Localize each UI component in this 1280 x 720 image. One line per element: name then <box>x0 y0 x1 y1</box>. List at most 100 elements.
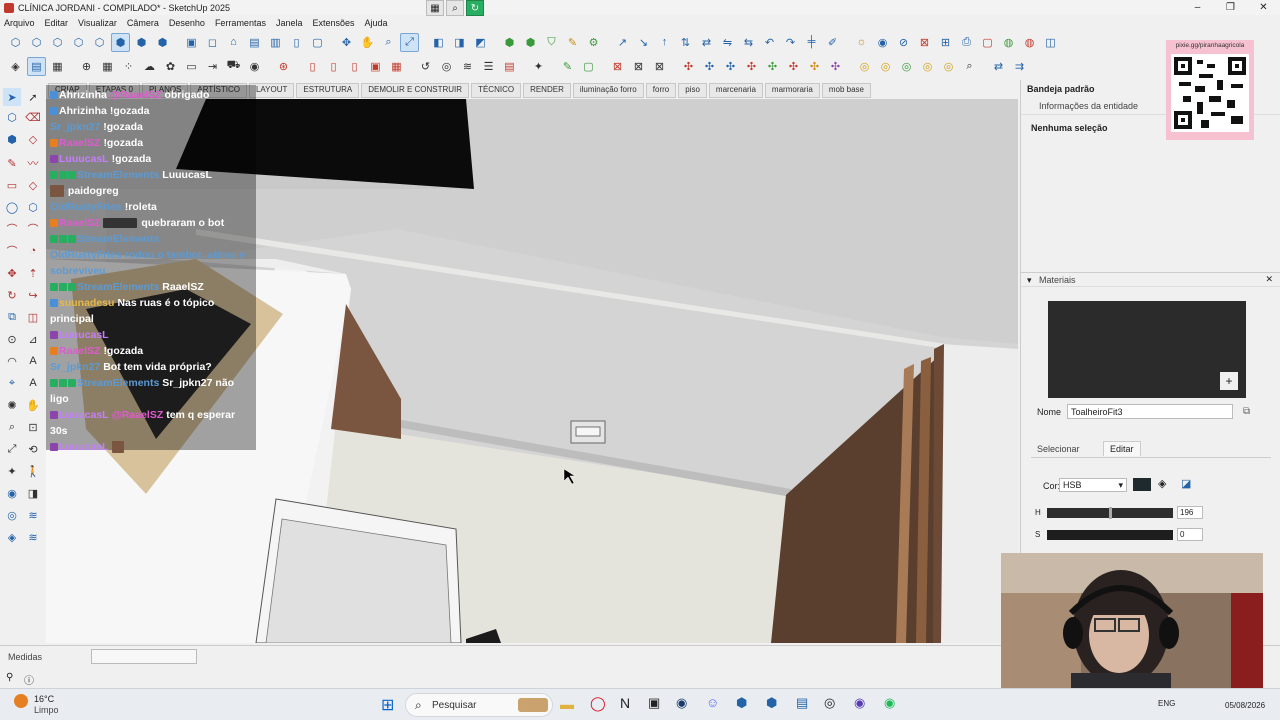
position-camera-icon[interactable]: ✦ <box>3 462 21 480</box>
stamp-icon[interactable]: ◈ <box>3 528 21 546</box>
tape-tool-icon[interactable]: ⊙ <box>3 330 21 348</box>
orbit-icon[interactable]: ✥ <box>337 33 356 52</box>
back-view-icon[interactable]: ⬡ <box>90 33 109 52</box>
axes-tool-icon[interactable]: ⌖ <box>3 374 21 392</box>
stairs-icon[interactable]: ≋ <box>458 57 477 76</box>
pushpull-icon[interactable]: ⇡ <box>24 264 42 282</box>
info-icon[interactable]: ⓘ <box>24 672 34 687</box>
polygon-icon[interactable]: ⬡ <box>24 198 42 216</box>
select-icon[interactable]: ➤ <box>3 88 21 106</box>
texture-icon[interactable]: ◪ <box>1181 477 1191 490</box>
measures-input[interactable] <box>91 649 197 664</box>
cloud-icon[interactable]: ☁ <box>140 57 159 76</box>
copy-icon[interactable]: ⧉ <box>1243 406 1250 417</box>
pan-icon[interactable]: ✋ <box>358 33 377 52</box>
paper-copy-icon[interactable]: ▯ <box>324 57 343 76</box>
menu-camera[interactable]: Câmera <box>127 18 159 28</box>
folder-icon[interactable]: ▭ <box>182 57 201 76</box>
zoom-window-icon[interactable]: ⊡ <box>24 418 42 436</box>
x-box-icon[interactable]: ⊠ <box>608 57 627 76</box>
extension-warehouse-icon[interactable]: ⬢ <box>521 33 540 52</box>
house-icon[interactable]: ⌂ <box>224 33 243 52</box>
followme-icon[interactable]: ↪ <box>24 286 42 304</box>
notion-icon[interactable]: N <box>620 695 630 711</box>
tape-icon[interactable]: ⇋ <box>718 33 737 52</box>
pie-icon[interactable]: ◔ <box>24 242 42 260</box>
move-blue-2-icon[interactable]: ✣ <box>721 57 740 76</box>
dots-icon[interactable]: ⁘ <box>119 57 138 76</box>
hue-input[interactable]: 196 <box>1177 506 1203 519</box>
maximize-button[interactable]: ❐ <box>1214 0 1247 15</box>
lasso-icon[interactable]: ➚ <box>24 88 42 106</box>
globe-red-icon[interactable]: ◍ <box>1020 33 1039 52</box>
move-purple-icon[interactable]: ✣ <box>826 57 845 76</box>
menu-desenho[interactable]: Desenho <box>169 18 205 28</box>
tab-mob-base[interactable]: mob base <box>821 83 871 98</box>
tab-forro[interactable]: forro <box>645 83 677 98</box>
minimize-button[interactable]: – <box>1181 0 1214 15</box>
zoom-extents-icon[interactable]: ⤢ <box>400 32 419 52</box>
add-material-icon[interactable]: + <box>1220 372 1238 390</box>
menu-janela[interactable]: Janela <box>276 18 303 28</box>
scale-icon[interactable]: ⧉ <box>3 308 21 326</box>
grid-icon[interactable]: ▦ <box>426 0 444 16</box>
move-orange-icon[interactable]: ✣ <box>805 57 824 76</box>
xray-icon[interactable]: ⬢ <box>111 32 130 52</box>
tag-icon[interactable]: ◈ <box>6 57 25 76</box>
export-icon[interactable]: ⇥ <box>203 57 222 76</box>
dimension-icon[interactable]: ⇆ <box>739 33 758 52</box>
arc-2-icon[interactable]: ⌒ <box>24 220 42 238</box>
sphere-icon[interactable]: ◎ <box>437 57 456 76</box>
weather-icon[interactable] <box>14 694 28 708</box>
dimension-tool-icon[interactable]: ⊿ <box>24 330 42 348</box>
layout-taskbar-icon[interactable]: ⬢ <box>766 695 777 711</box>
calendar-icon[interactable]: ▣ <box>648 695 660 711</box>
walk-icon[interactable]: 🚶 <box>24 462 42 480</box>
saturation-input[interactable]: 0 <box>1177 528 1203 541</box>
window-icon[interactable]: ▤ <box>245 33 264 52</box>
move-green-icon[interactable]: ✣ <box>763 57 782 76</box>
zoom-tool-icon[interactable]: ⌕ <box>3 418 21 436</box>
menu-ajuda[interactable]: Ajuda <box>365 18 388 28</box>
shield-icon[interactable]: ⛉ <box>542 33 561 52</box>
stack-icon[interactable]: ▤ <box>500 57 519 76</box>
zoom-ext-tool-icon[interactable]: ⤢ <box>3 440 21 458</box>
tab-marcenaria[interactable]: marcenaria <box>708 83 763 98</box>
look-around-icon[interactable]: ◉ <box>3 484 21 502</box>
axis-icon[interactable]: ↗ <box>613 33 632 52</box>
move-blue-icon[interactable]: ✣ <box>700 57 719 76</box>
saturation-slider[interactable] <box>1047 530 1173 540</box>
color-swatch[interactable] <box>1133 478 1151 491</box>
render-icon[interactable]: ⊛ <box>274 57 293 76</box>
3dtext-icon[interactable]: A <box>24 374 42 392</box>
undo-icon[interactable]: ↶ <box>760 33 779 52</box>
gear-icon[interactable]: ⚙ <box>584 33 603 52</box>
protractor-icon[interactable]: ◠ <box>3 352 21 370</box>
iso-view-icon[interactable]: ⬡ <box>6 33 25 52</box>
tab-tecnico[interactable]: TÉCNICO <box>471 83 522 98</box>
sun-icon[interactable]: ☼ <box>852 33 871 52</box>
rectangle-icon[interactable]: ▭ <box>3 176 21 194</box>
menu-ferramentas[interactable]: Ferramentas <box>215 18 266 28</box>
spotify-icon[interactable]: ◉ <box>884 695 895 711</box>
menu-editar[interactable]: Editar <box>45 18 69 28</box>
x-box-3-icon[interactable]: ⊠ <box>650 57 669 76</box>
arrow-up-icon[interactable]: ↑ <box>655 33 674 52</box>
freehand-icon[interactable]: 〰 <box>24 154 42 172</box>
box-front-icon[interactable]: ◻ <box>203 33 222 52</box>
close-button[interactable]: ✕ <box>1247 0 1280 15</box>
hide-icon[interactable]: ⊘ <box>894 33 913 52</box>
layers-icon[interactable]: ☰ <box>479 57 498 76</box>
arrows-lr-icon[interactable]: ⇄ <box>989 57 1008 76</box>
section-plane-icon[interactable]: ◧ <box>429 33 448 52</box>
paste-icon[interactable]: ▦ <box>48 57 67 76</box>
sandbox-icon[interactable]: ◎ <box>3 506 21 524</box>
file-explorer-icon[interactable]: ▬ <box>560 696 574 712</box>
rotate-icon[interactable]: ↺ <box>416 57 435 76</box>
taskbar-search[interactable]: ⌕ Pesquisar <box>405 693 553 717</box>
language-indicator[interactable]: ENG <box>1158 699 1175 708</box>
move-red-icon[interactable]: ✣ <box>742 57 761 76</box>
arrows-lr-2-icon[interactable]: ⇉ <box>1010 57 1029 76</box>
delete-icon[interactable]: ⊠ <box>915 33 934 52</box>
tab-demolir[interactable]: DEMOLIR E CONSTRUIR <box>361 83 470 98</box>
